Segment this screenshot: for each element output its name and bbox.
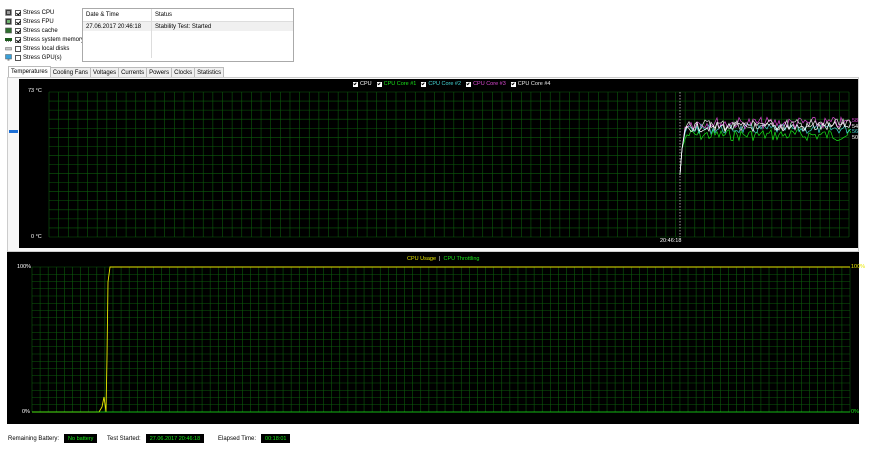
temp-y-min-label: 0 °C (31, 234, 42, 240)
stress-cache-label: Stress cache (23, 27, 58, 34)
legend-core3-label: CPU Core #3 (473, 81, 506, 87)
memory-icon (5, 38, 12, 42)
date-time-cell: 27.06.2017 20:46:18 (83, 22, 152, 31)
cpu-usage-chart: CPU Usage | CPU Throttling 100% 0% 100% … (7, 252, 865, 424)
tab-currents[interactable]: Currents (118, 67, 148, 77)
legend-core4-label: CPU Core #4 (517, 81, 551, 87)
date-time-cell (83, 40, 152, 49)
legend-cpu-label: CPU (360, 81, 372, 87)
legend-core1[interactable]: CPU Core #1 (376, 81, 417, 87)
date-time-cell (83, 49, 152, 58)
test-started-group: Test Started: 27.06.2017 20:46:18 (107, 433, 205, 444)
temp-time-label: 20:46:18 (660, 238, 682, 244)
legend-core2-label: CPU Core #2 (428, 81, 462, 87)
stress-cpu-option[interactable]: Stress CPU (5, 8, 54, 17)
stress-fpu-label: Stress FPU (23, 18, 54, 25)
tab-temperatures[interactable]: Temperatures (8, 66, 51, 77)
usage-y-min-left: 0% (22, 409, 30, 415)
temperature-legend: CPU CPU Core #1 CPU Core #2 CPU Core #3 … (353, 81, 556, 87)
usage-legend: CPU Usage | CPU Throttling (407, 256, 479, 262)
status-cell (152, 31, 282, 40)
stress-cache-option[interactable]: Stress cache (5, 26, 58, 35)
status-table-header: Date & Time Status (83, 9, 293, 22)
elapsed-time-label: Elapsed Time: (218, 435, 257, 442)
date-time-column-header[interactable]: Date & Time (83, 9, 152, 21)
core2-temp-trace (679, 123, 852, 176)
legend-core3-checkbox[interactable] (466, 81, 472, 87)
legend-cpu-checkbox[interactable] (353, 81, 358, 87)
legend-core2-checkbox[interactable] (421, 81, 427, 87)
legend-core4[interactable]: CPU Core #4 (510, 81, 551, 87)
cache-icon (5, 27, 12, 34)
temp-y-max-label: 73 °C (28, 88, 42, 94)
cpu-icon (5, 9, 12, 16)
cpu-temp-trace (679, 121, 852, 176)
stress-disks-checkbox[interactable] (15, 45, 21, 52)
legend-cpu-throttling-label[interactable]: CPU Throttling (443, 256, 479, 262)
status-column-header[interactable]: Status (152, 9, 282, 21)
stress-fpu-checkbox[interactable] (15, 18, 21, 25)
temp-value-label-4: 50 (852, 135, 859, 141)
status-cell (152, 40, 282, 49)
stress-memory-option[interactable]: Stress system memory (5, 35, 84, 44)
tab-powers[interactable]: Powers (146, 67, 173, 77)
stress-cpu-label: Stress CPU (23, 9, 55, 16)
stress-gpu-label: Stress GPU(s) (23, 54, 62, 61)
stress-disks-option[interactable]: Stress local disks (5, 44, 69, 53)
tab-voltages[interactable]: Voltages (90, 67, 120, 77)
stress-memory-checkbox[interactable] (15, 36, 21, 43)
status-bar: Remaining Battery: No battery (8, 433, 98, 444)
remaining-battery-label: Remaining Battery: (8, 435, 60, 442)
temperature-chart-grid (48, 91, 852, 238)
legend-core3[interactable]: CPU Core #3 (466, 81, 506, 87)
usage-y-min-right: 0% (851, 409, 859, 415)
tab-bar: Temperatures Cooling Fans Voltages Curre… (8, 66, 225, 77)
legend-separator: | (439, 256, 441, 262)
legend-cpu-usage-label[interactable]: CPU Usage (407, 256, 436, 262)
status-cell (152, 49, 282, 58)
stress-cpu-checkbox[interactable] (15, 9, 21, 16)
usage-y-max-right: 100% (851, 264, 866, 270)
stress-memory-label: Stress system memory (23, 36, 85, 43)
stress-fpu-option[interactable]: Stress FPU (5, 17, 54, 26)
date-time-cell (83, 31, 152, 40)
tab-statistics[interactable]: Statistics (194, 67, 225, 77)
test-started-label: Test Started: (107, 435, 141, 442)
test-started-value: 27.06.2017 20:46:18 (145, 434, 205, 443)
monitor-icon (5, 54, 12, 61)
status-table[interactable]: Date & Time Status 27.06.2017 20:46:18 S… (82, 8, 294, 62)
elapsed-time-group: Elapsed Time: 00:18:01 (218, 433, 291, 444)
cpu-usage-chart-grid (31, 266, 851, 413)
legend-core4-checkbox[interactable] (510, 81, 516, 87)
usage-y-max-left: 100% (17, 264, 32, 270)
stress-cache-checkbox[interactable] (15, 27, 21, 34)
temperature-chart: CPU CPU Core #1 CPU Core #2 CPU Core #3 … (19, 79, 858, 248)
fpu-icon (5, 18, 12, 25)
table-row[interactable] (83, 49, 293, 58)
status-cell: Stability Test: Started (155, 23, 212, 30)
table-row[interactable]: 27.06.2017 20:46:18 Stability Test: Star… (83, 22, 293, 31)
legend-core1-checkbox[interactable] (376, 81, 382, 87)
tab-clocks[interactable]: Clocks (171, 67, 196, 77)
table-row[interactable] (83, 40, 293, 49)
table-row[interactable] (83, 31, 293, 40)
stress-disks-label: Stress local disks (23, 45, 70, 52)
sensor-list-scroll-indicator[interactable] (9, 130, 18, 133)
core1-temp-trace (679, 128, 852, 176)
legend-core2[interactable]: CPU Core #2 (421, 81, 461, 87)
stress-gpu-checkbox[interactable] (15, 54, 21, 61)
stress-gpu-option[interactable]: Stress GPU(s) (5, 53, 62, 62)
elapsed-time-value: 00:18:01 (261, 434, 291, 443)
legend-cpu[interactable]: CPU (353, 81, 372, 87)
legend-core1-label: CPU Core #1 (383, 81, 417, 87)
tab-cooling-fans[interactable]: Cooling Fans (49, 67, 92, 77)
disk-icon (5, 47, 12, 51)
remaining-battery-value: No battery (64, 434, 98, 443)
